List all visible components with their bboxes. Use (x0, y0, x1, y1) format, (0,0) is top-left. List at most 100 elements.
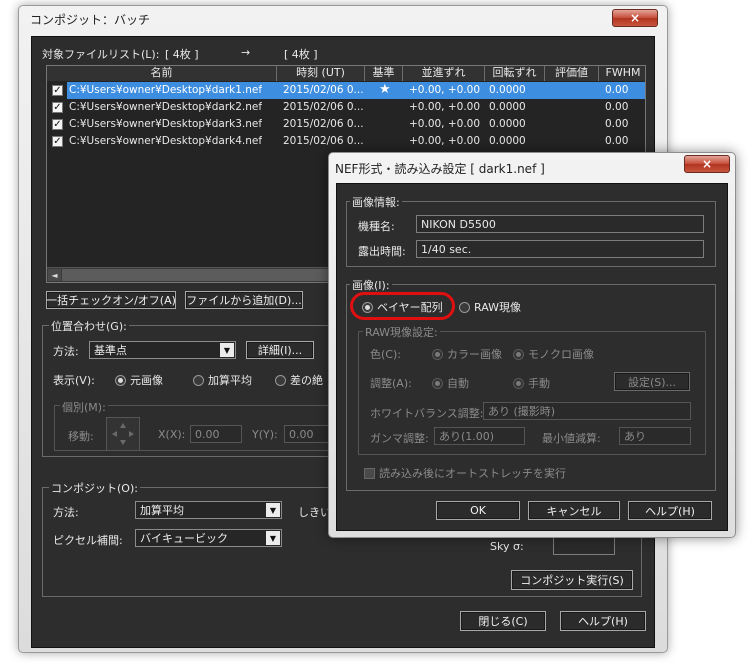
raw-settings-button[interactable]: 設定(S)... (614, 372, 690, 391)
row-rotation: 0.0000 (489, 135, 526, 147)
model-label: 機種名: (358, 220, 395, 233)
checkbox-icon (364, 467, 375, 479)
option-bayer[interactable]: ベイヤー配列 (362, 299, 443, 315)
x-input[interactable]: 0.00 (190, 425, 242, 443)
add-from-file-button[interactable]: ファイルから追加(D)... (185, 291, 303, 309)
exposure-label: 露出時間: (358, 245, 406, 258)
file-count-right: [ 4枚 ] (284, 48, 318, 61)
individual-group-title: 個別(M): (60, 399, 108, 415)
row-fwhm: 0.00 (605, 84, 629, 96)
row-time: 2015/02/06 0... (283, 101, 364, 113)
help-button[interactable]: ヘルプ(H) (560, 611, 646, 631)
arrow-icon: → (241, 46, 251, 59)
display-label: 表示(V): (53, 374, 95, 387)
gamma-field[interactable]: あり(1.00) (434, 427, 525, 445)
column-header-shift[interactable]: 並進ずれ (403, 66, 485, 81)
table-row[interactable]: ✓ C:¥Users¥owner¥Desktop¥dark1.nef 2015/… (47, 82, 645, 99)
column-header-score[interactable]: 評価値 (545, 66, 599, 81)
color-option-mono[interactable]: モノクロ画像 (513, 346, 594, 362)
composite-run-button[interactable]: コンポジット実行(S) (511, 570, 633, 590)
row-shift: +0.00, +0.00 (409, 135, 481, 147)
adjust-option-auto[interactable]: 自動 (432, 375, 469, 391)
row-checkbox[interactable]: ✓ (52, 85, 63, 96)
composite-method-select[interactable]: 加算平均 ▼ (135, 501, 282, 519)
image-info-title: 画像情報: (350, 194, 402, 210)
column-header-time[interactable]: 時刻 (UT) (277, 66, 365, 81)
move-arrows-icon (112, 423, 134, 445)
column-header-fwhm[interactable]: FWHM (599, 66, 645, 81)
adjust-option-manual[interactable]: 手動 (513, 375, 550, 391)
option-raw[interactable]: RAW現像 (459, 299, 521, 315)
sky-sigma-label: Sky σ: (490, 540, 524, 553)
row-rotation: 0.0000 (489, 118, 526, 130)
row-time: 2015/02/06 0... (283, 118, 364, 130)
y-input[interactable]: 0.00 (284, 425, 330, 443)
color-label: 色(C): (370, 348, 401, 361)
column-header-name[interactable]: 名前 (47, 66, 277, 81)
nef-help-button[interactable]: ヘルプ(H) (628, 501, 712, 520)
row-file-name: C:¥Users¥owner¥Desktop¥dark4.nef (69, 135, 263, 147)
row-checkbox[interactable]: ✓ (52, 119, 63, 130)
move-pad[interactable] (106, 417, 140, 451)
align-method-label: 方法: (53, 345, 79, 358)
row-checkbox[interactable]: ✓ (52, 136, 63, 147)
radio-icon (115, 375, 126, 386)
row-file-name: C:¥Users¥owner¥Desktop¥dark2.nef (69, 101, 263, 113)
interp-label: ピクセル補間: (53, 534, 123, 547)
row-file-name: C:¥Users¥owner¥Desktop¥dark1.nef (69, 84, 263, 96)
chevron-down-icon: ▼ (220, 343, 234, 357)
close-button[interactable]: 閉じる(C) (460, 611, 546, 631)
move-label: 移動: (68, 430, 94, 443)
raw-settings-title: RAW現像設定: (363, 324, 440, 340)
column-header-ref[interactable]: 基準 (365, 66, 403, 81)
close-icon: × (629, 11, 641, 25)
autostretch-option[interactable]: 読み込み後にオートストレッチを実行 (364, 465, 566, 481)
align-detail-button[interactable]: 詳細(I)... (246, 341, 314, 359)
display-option-diff[interactable]: 差の絶 (275, 372, 323, 388)
radio-icon (513, 378, 524, 389)
min-value-field[interactable]: あり (619, 427, 691, 445)
cancel-button[interactable]: キャンセル (528, 501, 620, 520)
display-option-original[interactable]: 元画像 (115, 372, 163, 388)
radio-icon (432, 378, 443, 389)
model-field: NIKON D5500 (416, 215, 704, 233)
y-label: Y(Y): (252, 428, 278, 441)
row-time: 2015/02/06 0... (283, 84, 364, 96)
row-time: 2015/02/06 0... (283, 135, 364, 147)
composite-method-value: 加算平均 (140, 504, 184, 517)
scrollbar-thumb[interactable] (62, 269, 332, 281)
color-option-color[interactable]: カラー画像 (432, 346, 502, 362)
alignment-group-title: 位置合わせ(G): (49, 318, 129, 334)
white-balance-field[interactable]: あり (撮影時) (483, 402, 691, 420)
composite-group-title: コンポジット(O): (49, 480, 140, 496)
table-row[interactable]: ✓ C:¥Users¥owner¥Desktop¥dark4.nef 2015/… (47, 133, 645, 150)
nef-close-button[interactable]: × (684, 155, 730, 173)
row-shift: +0.00, +0.00 (409, 101, 481, 113)
interp-value: バイキュービック (140, 532, 228, 545)
column-header-rotation[interactable]: 回転ずれ (485, 66, 545, 81)
x-label: X(X): (158, 428, 186, 441)
sky-sigma-input[interactable] (553, 537, 615, 555)
image-mode-title: 画像(I): (350, 277, 392, 293)
ok-button[interactable]: OK (436, 501, 520, 520)
file-list-label: 対象ファイルリスト(L): (42, 48, 160, 61)
threshold-label: しきい (298, 506, 331, 519)
table-row[interactable]: ✓ C:¥Users¥owner¥Desktop¥dark3.nef 2015/… (47, 116, 645, 133)
row-rotation: 0.0000 (489, 84, 526, 96)
interp-select[interactable]: バイキュービック ▼ (135, 529, 282, 547)
close-icon: × (701, 157, 713, 171)
row-fwhm: 0.00 (605, 135, 629, 147)
star-icon: ★ (379, 82, 391, 97)
check-toggle-all-button[interactable]: 一括チェックオン/オフ(A) (46, 291, 176, 309)
composite-method-label: 方法: (53, 506, 79, 519)
align-method-select[interactable]: 基準点 ▼ (89, 341, 236, 359)
chevron-down-icon: ▼ (266, 531, 280, 545)
row-checkbox[interactable]: ✓ (52, 102, 63, 113)
row-file-name: C:¥Users¥owner¥Desktop¥dark3.nef (69, 118, 263, 130)
window-close-button[interactable]: × (612, 9, 658, 27)
display-option-average[interactable]: 加算平均 (193, 372, 252, 388)
table-row[interactable]: ✓ C:¥Users¥owner¥Desktop¥dark2.nef 2015/… (47, 99, 645, 116)
row-shift: +0.00, +0.00 (409, 118, 481, 130)
scroll-left-icon[interactable]: ◄ (48, 269, 61, 281)
row-fwhm: 0.00 (605, 101, 629, 113)
